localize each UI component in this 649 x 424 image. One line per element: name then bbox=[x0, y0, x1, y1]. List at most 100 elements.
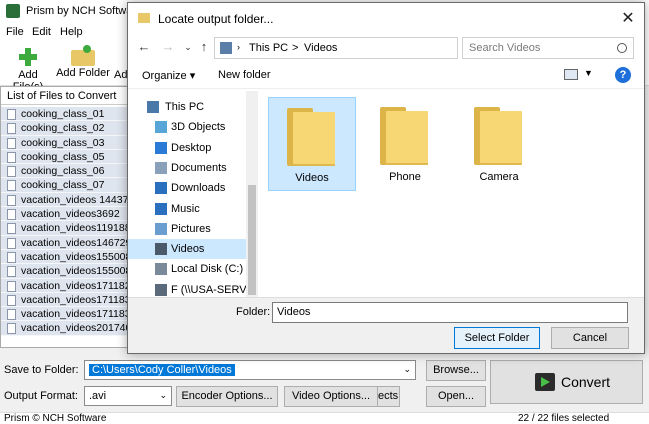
save-to-folder-label: Save to Folder: bbox=[4, 364, 79, 376]
nav-item-downloads[interactable]: Downloads bbox=[128, 178, 246, 198]
menu-edit[interactable]: Edit bbox=[32, 26, 51, 38]
file-list-item[interactable]: vacation_videos1191880 bbox=[1, 221, 127, 236]
video-options-button[interactable]: Video Options... bbox=[284, 386, 378, 407]
close-icon[interactable]: ✕ bbox=[618, 9, 638, 29]
nav-item-3d-objects[interactable]: 3D Objects bbox=[128, 117, 246, 137]
encoder-options-button[interactable]: Encoder Options... bbox=[176, 386, 278, 407]
address-bar[interactable]: › This PC > Videos bbox=[214, 37, 458, 59]
organize-button[interactable]: Organize ▾ bbox=[142, 69, 195, 82]
file-name: cooking_class_03 bbox=[21, 136, 105, 149]
folder-videos[interactable]: Videos bbox=[268, 97, 356, 191]
folder-name-field[interactable]: Videos bbox=[272, 302, 628, 323]
file-list-item[interactable]: vacation_videos1550080 bbox=[1, 249, 127, 265]
address-separator: > bbox=[292, 42, 299, 54]
nav-item-f-usa-server[interactable]: F (\\USA-SERVER bbox=[128, 280, 258, 297]
browse-button[interactable]: Browse... bbox=[426, 360, 486, 381]
nav-item-pictures[interactable]: Pictures bbox=[128, 219, 246, 239]
video-file-icon bbox=[7, 323, 16, 335]
video-file-icon bbox=[7, 194, 16, 206]
file-list-item[interactable]: vacation_videos1711831 bbox=[1, 307, 127, 322]
documents-icon bbox=[155, 161, 167, 174]
recent-locations-chevron-icon[interactable]: ⌄ bbox=[180, 39, 196, 55]
dialog-title: Locate output folder... bbox=[158, 12, 274, 26]
search-input[interactable]: Search Videos bbox=[469, 42, 540, 54]
file-list-item[interactable]: cooking_class_07 bbox=[1, 178, 127, 193]
nav-item-local-disk-c[interactable]: Local Disk (C:) bbox=[128, 259, 246, 279]
nav-item-label: Pictures bbox=[171, 222, 211, 235]
save-folder-input[interactable]: C:\Users\Cody Coller\Videos ⌄ bbox=[84, 360, 416, 380]
nav-item-desktop[interactable]: Desktop bbox=[128, 138, 246, 158]
video-file-icon bbox=[7, 251, 16, 263]
nav-item-music[interactable]: Music bbox=[128, 199, 246, 219]
chevron-down-icon[interactable]: ▼ bbox=[584, 68, 593, 78]
add-folder-button[interactable]: Add Folder bbox=[55, 44, 111, 79]
file-list-item[interactable]: cooking_class_06 bbox=[1, 164, 127, 179]
file-list-item[interactable]: cooking_class_03 bbox=[1, 135, 127, 150]
chevron-down-icon[interactable]: ⌄ bbox=[159, 390, 167, 401]
nav-item-label: F (\\USA-SERVER bbox=[171, 283, 258, 296]
video-file-icon bbox=[7, 223, 16, 235]
forward-arrow-icon[interactable]: → bbox=[160, 39, 176, 55]
nav-scrollbar-thumb[interactable] bbox=[248, 185, 256, 295]
address-videos[interactable]: Videos bbox=[304, 42, 337, 54]
file-list-item[interactable]: vacation_videos2017401 bbox=[1, 321, 127, 336]
nav-item-label: Music bbox=[171, 202, 200, 215]
file-list-item[interactable]: cooking_class_01 bbox=[1, 107, 127, 122]
up-arrow-icon[interactable]: ↑ bbox=[196, 39, 212, 55]
cancel-button[interactable]: Cancel bbox=[551, 327, 629, 349]
file-list-item[interactable]: cooking_class_05 bbox=[1, 149, 127, 165]
menu-file[interactable]: File bbox=[6, 26, 24, 38]
folder-icon bbox=[138, 13, 150, 23]
menu-help[interactable]: Help bbox=[60, 26, 83, 38]
file-name: vacation_videos1467290 bbox=[21, 236, 128, 249]
file-name: vacation_videos 1443719 bbox=[21, 193, 128, 206]
video-file-icon bbox=[7, 294, 16, 306]
navigation-bar: ← → ⌄ ↑ › This PC > Videos Search Videos bbox=[128, 35, 644, 61]
file-list-item[interactable]: vacation_videos1467290 bbox=[1, 235, 128, 250]
status-copyright: Prism © NCH Software bbox=[4, 413, 107, 424]
select-folder-button[interactable]: Select Folder bbox=[454, 327, 540, 349]
folder-phone[interactable]: Phone bbox=[362, 97, 450, 191]
effects-button[interactable]: ects bbox=[378, 386, 400, 407]
nav-item-this-pc[interactable]: This PC bbox=[128, 97, 246, 117]
file-list-header[interactable]: List of Files to Convert bbox=[1, 87, 127, 105]
pictures-icon bbox=[155, 222, 167, 235]
file-list-item[interactable]: vacation_videos3692 bbox=[1, 207, 127, 222]
file-list-item[interactable]: cooking_class_02 bbox=[1, 121, 127, 136]
back-arrow-icon[interactable]: ← bbox=[136, 39, 152, 55]
download-icon bbox=[155, 182, 167, 195]
video-file-icon bbox=[7, 237, 16, 249]
cube-icon bbox=[155, 121, 167, 134]
computer-icon bbox=[147, 101, 159, 113]
chevron-down-icon[interactable]: ⌄ bbox=[403, 364, 411, 375]
help-icon[interactable]: ? bbox=[615, 67, 631, 83]
open-button[interactable]: Open... bbox=[426, 386, 486, 407]
network-drive-icon bbox=[155, 283, 167, 296]
file-name: cooking_class_02 bbox=[21, 122, 105, 135]
file-list-item[interactable]: vacation_videos1550083 bbox=[1, 264, 127, 279]
file-name: cooking_class_06 bbox=[21, 165, 105, 178]
address-this-pc[interactable]: This PC bbox=[249, 42, 288, 54]
desktop-icon bbox=[155, 141, 167, 154]
convert-icon bbox=[535, 373, 555, 391]
nav-item-label: 3D Objects bbox=[171, 121, 226, 134]
search-box[interactable]: Search Videos bbox=[462, 37, 634, 59]
music-icon bbox=[155, 202, 167, 215]
output-format-select[interactable]: .avi ⌄ bbox=[84, 386, 172, 406]
nav-item-videos[interactable]: Videos bbox=[128, 239, 246, 260]
address-chevron-icon[interactable]: › bbox=[237, 42, 240, 52]
convert-button[interactable]: Convert bbox=[490, 360, 643, 404]
folder-icon bbox=[474, 107, 522, 165]
toolbar-partial-button[interactable]: Ad bbox=[114, 44, 128, 81]
file-name: vacation_videos3692 bbox=[21, 208, 120, 221]
folder-camera[interactable]: Camera bbox=[456, 97, 544, 191]
view-options-icon[interactable] bbox=[564, 69, 578, 80]
nav-item-label: Documents bbox=[171, 161, 227, 174]
file-list-item[interactable]: vacation_videos1711829 bbox=[1, 278, 127, 293]
prism-title: Prism by NCH Software bbox=[26, 5, 143, 17]
nav-item-documents[interactable]: Documents bbox=[128, 158, 246, 178]
search-icon bbox=[617, 43, 627, 53]
file-list-item[interactable]: vacation_videos 1443719 bbox=[1, 192, 128, 208]
file-list-item[interactable]: vacation_videos1711830 bbox=[1, 292, 127, 308]
new-folder-button[interactable]: New folder bbox=[218, 69, 271, 81]
